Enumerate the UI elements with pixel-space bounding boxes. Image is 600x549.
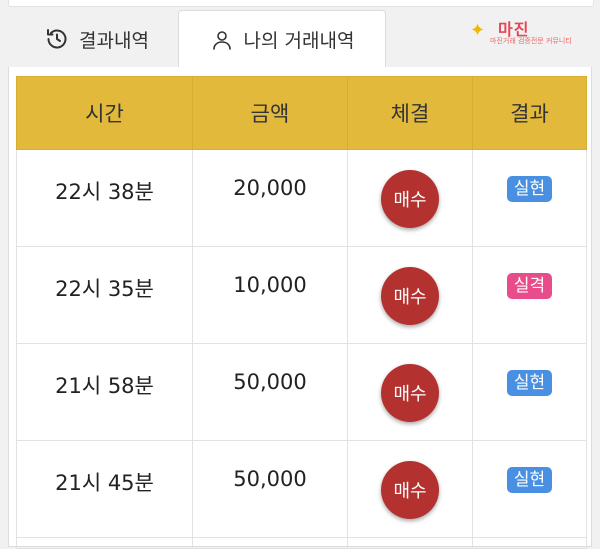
table-row: 21시 58분 50,000 매수 실현 bbox=[16, 343, 587, 441]
result-badge: 실격 bbox=[506, 273, 553, 299]
time-value: 21시 45분 bbox=[55, 471, 154, 495]
tab-label: 나의 거래내역 bbox=[243, 30, 355, 52]
table-header-row: 시간 금액 체결 결과 bbox=[16, 76, 587, 150]
table-row: 21시 45분 50,000 매수 실현 bbox=[16, 440, 587, 538]
time-cell: 21시 58분 bbox=[16, 343, 193, 441]
result-cell: 실격 bbox=[472, 246, 587, 344]
empty-cell bbox=[472, 537, 587, 549]
result-cell: 실현 bbox=[472, 343, 587, 441]
result-badge: 실현 bbox=[506, 370, 553, 396]
amount-value: 50,000 bbox=[233, 370, 307, 394]
header-time: 시간 bbox=[16, 76, 193, 150]
amount-cell: 50,000 bbox=[192, 440, 348, 538]
result-cell: 실현 bbox=[472, 440, 587, 538]
header-result: 결과 bbox=[472, 76, 587, 150]
amount-value: 20,000 bbox=[233, 176, 307, 200]
amount-value: 50,000 bbox=[233, 467, 307, 491]
tab-my-trades[interactable]: 나의 거래내역 bbox=[178, 10, 386, 68]
header-amount: 금액 bbox=[192, 76, 348, 150]
wings-icon: ✦ bbox=[470, 20, 486, 41]
amount-value: 10,000 bbox=[233, 273, 307, 297]
empty-cell bbox=[192, 537, 348, 549]
buy-badge: 매수 bbox=[381, 364, 439, 422]
amount-cell: 50,000 bbox=[192, 343, 348, 441]
trade-cell: 매수 bbox=[347, 440, 473, 538]
time-value: 22시 38분 bbox=[55, 180, 154, 204]
result-badge: 실현 bbox=[506, 467, 553, 493]
logo-tagline: 마진거래 검증전문 커뮤니티 bbox=[490, 37, 572, 45]
trade-cell: 매수 bbox=[347, 343, 473, 441]
table-row: 22시 35분 10,000 매수 실격 bbox=[16, 246, 587, 344]
header-trade: 체결 bbox=[347, 76, 473, 150]
empty-cell bbox=[16, 537, 193, 549]
result-badge: 실현 bbox=[506, 176, 553, 202]
tab-label: 결과내역 bbox=[79, 29, 149, 52]
buy-badge: 매수 bbox=[381, 267, 439, 325]
buy-badge: 매수 bbox=[381, 170, 439, 228]
time-cell: 21시 45분 bbox=[16, 440, 193, 538]
time-value: 21시 58분 bbox=[55, 374, 154, 398]
trade-cell: 매수 bbox=[347, 149, 473, 247]
time-value: 22시 35분 bbox=[55, 277, 154, 301]
amount-cell: 20,000 bbox=[192, 149, 348, 247]
empty-cell bbox=[347, 537, 473, 549]
table-row-partial bbox=[16, 537, 587, 549]
site-logo: ✦ 마진 마진거래 검증전문 커뮤니티 bbox=[470, 14, 588, 48]
time-cell: 22시 38분 bbox=[16, 149, 193, 247]
history-icon bbox=[45, 27, 69, 51]
trade-cell: 매수 bbox=[347, 246, 473, 344]
tab-bar: 결과내역 나의 거래내역 ✦ 마진 마진거래 검증전문 커뮤니티 bbox=[0, 10, 600, 68]
amount-cell: 10,000 bbox=[192, 246, 348, 344]
user-icon bbox=[210, 28, 234, 52]
table-row: 22시 38분 20,000 매수 실현 bbox=[16, 149, 587, 247]
time-cell: 22시 35분 bbox=[16, 246, 193, 344]
buy-badge: 매수 bbox=[381, 461, 439, 519]
trade-table: 시간 금액 체결 결과 22시 38분 20,000 매수 실현 22시 35분… bbox=[16, 76, 587, 549]
top-card-edge bbox=[8, 0, 594, 7]
result-cell: 실현 bbox=[472, 149, 587, 247]
tab-results-history[interactable]: 결과내역 bbox=[22, 10, 172, 68]
